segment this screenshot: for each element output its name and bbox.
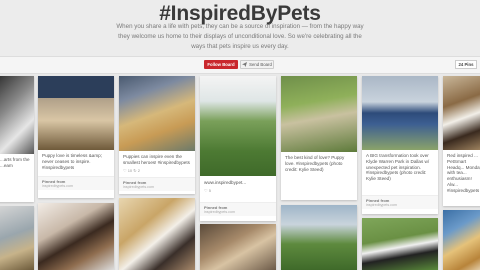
pin-card[interactable]: The best kind of love? Puppy love. #insp… xyxy=(281,76,357,200)
pin-image[interactable] xyxy=(200,224,276,270)
pin-image[interactable] xyxy=(281,76,357,152)
pin-stats: ♡ 10 ↻ 2 xyxy=(123,168,140,173)
pin-caption: Red inspired ... PetSmart Headq... Monda… xyxy=(447,153,480,193)
pin-source[interactable]: Pinned from inspiredbypets.com xyxy=(38,176,114,190)
pin-image[interactable] xyxy=(281,205,357,270)
pin-source[interactable]: Pinned from inspiredbypets.com xyxy=(362,195,438,209)
pin-caption: ...arts from the ...eam xyxy=(0,157,30,168)
pin-card[interactable]: Puppy love is timeless &amp; never cease… xyxy=(38,76,114,198)
pin-card[interactable]: ...arts from the ...eam xyxy=(0,76,34,202)
pin-card[interactable] xyxy=(200,224,276,270)
pin-card[interactable] xyxy=(362,218,438,270)
pin-stats: ♡ 5 xyxy=(204,188,211,193)
pin-image[interactable] xyxy=(362,218,438,270)
pin-source[interactable]: Pinned from inspiredbypets.com xyxy=(200,202,276,216)
pin-card[interactable] xyxy=(119,198,195,270)
board-description: When you share a life with pets, they ca… xyxy=(116,23,364,50)
pin-image[interactable] xyxy=(443,76,480,150)
pin-caption: The best kind of love? Puppy love. #insp… xyxy=(285,155,345,172)
paper-plane-icon xyxy=(242,61,248,68)
pin-image[interactable] xyxy=(38,203,114,270)
follow-board-button[interactable]: Follow Board xyxy=(204,60,238,69)
pin-card[interactable] xyxy=(38,203,114,270)
pin-card[interactable]: A BIG transformation took over Klyde War… xyxy=(362,76,438,214)
pin-source-url[interactable]: inspiredbypets.com xyxy=(366,203,397,207)
pin-source-url[interactable]: inspiredbypets.com xyxy=(204,210,235,214)
pin-image[interactable] xyxy=(443,210,480,270)
send-board-label: Send Board xyxy=(249,62,272,67)
pin-caption: Puppies can inspire even the smallest he… xyxy=(123,154,190,165)
pin-image[interactable] xyxy=(362,76,438,150)
pin-card[interactable]: www.inspiredbypet... ♡ 5 Pinned from ins… xyxy=(200,76,276,221)
send-board-button[interactable]: Send Board xyxy=(240,60,274,69)
pin-source-url[interactable]: inspiredbypets.com xyxy=(42,184,73,188)
pin-source[interactable]: Pinned from inspiredbypets.com xyxy=(119,177,195,191)
pin-caption: A BIG transformation took over Klyde War… xyxy=(366,153,430,182)
pin-image[interactable] xyxy=(119,198,195,270)
pin-card[interactable] xyxy=(0,206,34,270)
pin-image[interactable] xyxy=(0,76,34,154)
pin-card[interactable]: Red inspired ... PetSmart Headq... Monda… xyxy=(443,76,480,206)
pin-count-badge[interactable]: 24 Pins xyxy=(455,60,477,69)
pin-image[interactable] xyxy=(200,76,276,176)
pin-card[interactable] xyxy=(443,210,480,270)
pin-caption: Puppy love is timeless &amp; never cease… xyxy=(42,153,102,170)
pin-image[interactable] xyxy=(119,76,195,151)
pin-caption: www.inspiredbypet... xyxy=(204,180,247,185)
pin-source-url[interactable]: inspiredbypets.com xyxy=(123,185,154,189)
pin-image[interactable] xyxy=(0,206,34,270)
pin-card[interactable]: Puppies can inspire even the smallest he… xyxy=(119,76,195,194)
pin-card[interactable] xyxy=(281,205,357,270)
pin-image[interactable] xyxy=(38,76,114,150)
